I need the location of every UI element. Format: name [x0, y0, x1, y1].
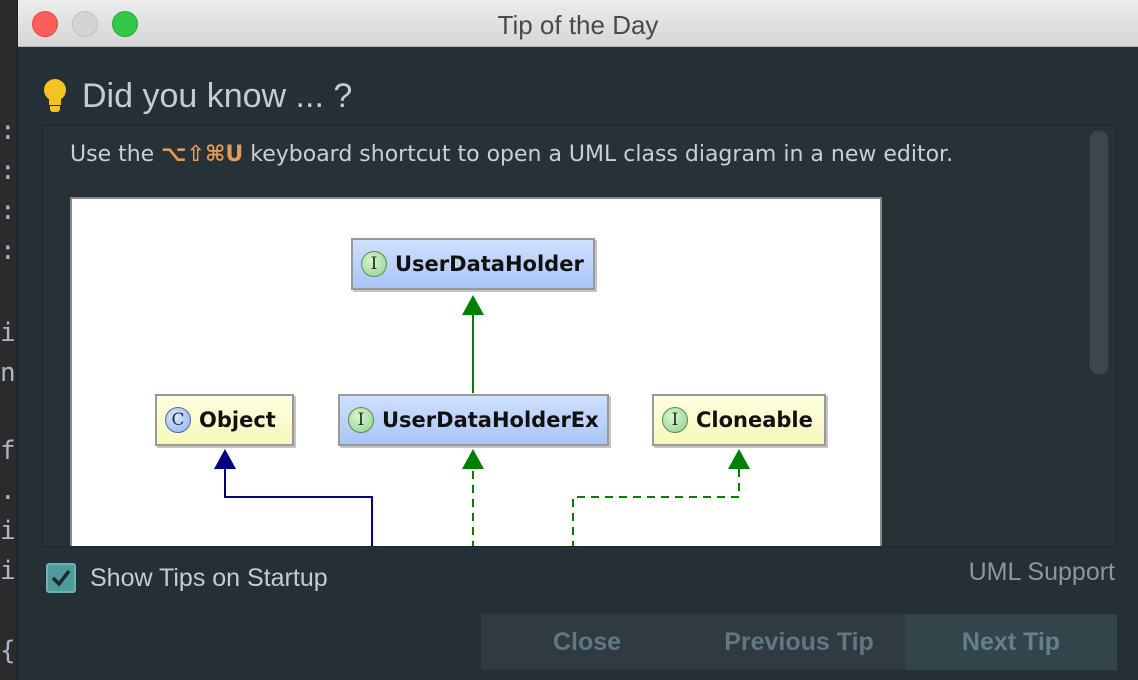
tip-text-prefix: Use the [70, 142, 162, 167]
vertical-scrollbar[interactable] [1089, 130, 1109, 375]
show-tips-label: Show Tips on Startup [90, 563, 328, 592]
node-label: UserDataHolder [395, 252, 584, 276]
arrowhead-userdataholder [462, 295, 484, 315]
arrowhead-cloneable [728, 449, 750, 469]
background-editor: : : : : i n f . i i { [0, 0, 18, 680]
node-label: Object [199, 408, 276, 432]
tip-source-label: UML Support [968, 558, 1115, 586]
class-icon: C [165, 407, 191, 433]
keyboard-shortcut: ⌥⇧⌘U [161, 142, 244, 167]
interface-icon: I [348, 407, 374, 433]
uml-node-userdataholder: I UserDataHolder [351, 238, 595, 290]
lightbulb-icon [44, 79, 66, 113]
uml-node-userdataholderex: I UserDataHolderEx [338, 394, 609, 446]
arrowhead-userdataholderex [462, 449, 484, 469]
close-button[interactable]: Close [481, 614, 693, 670]
uml-diagram-image: I UserDataHolder C Object I UserDataHold… [70, 197, 882, 546]
interface-icon: I [662, 407, 688, 433]
heading-text: Did you know ... ? [82, 76, 353, 115]
tip-content-pane: Use the ⌥⇧⌘U keyboard shortcut to open a… [42, 125, 1116, 547]
scrollbar-thumb[interactable] [1089, 130, 1109, 375]
tip-text: Use the ⌥⇧⌘U keyboard shortcut to open a… [70, 142, 953, 167]
title-bar: Tip of the Day [18, 0, 1138, 47]
edge-extends-object [224, 467, 373, 546]
previous-tip-button[interactable]: Previous Tip [693, 614, 905, 670]
uml-node-object: C Object [155, 394, 294, 446]
window-title: Tip of the Day [497, 10, 659, 40]
tip-of-the-day-dialog: Tip of the Day Did you know ... ? Use th… [17, 0, 1138, 680]
checkmark-icon [51, 569, 71, 587]
tip-heading: Did you know ... ? [44, 74, 352, 118]
arrowhead-object [214, 449, 236, 469]
node-label: UserDataHolderEx [382, 408, 599, 432]
show-tips-option[interactable]: Show Tips on Startup [46, 563, 328, 593]
edge-implements-cloneable [572, 467, 740, 546]
dialog-buttons: Close Previous Tip Next Tip [481, 614, 1117, 670]
show-tips-checkbox[interactable] [46, 563, 76, 593]
interface-icon: I [361, 251, 387, 277]
node-label: Cloneable [696, 408, 813, 432]
tip-text-suffix: keyboard shortcut to open a UML class di… [243, 142, 954, 167]
next-tip-button[interactable]: Next Tip [905, 614, 1117, 670]
uml-node-cloneable: I Cloneable [652, 394, 826, 446]
